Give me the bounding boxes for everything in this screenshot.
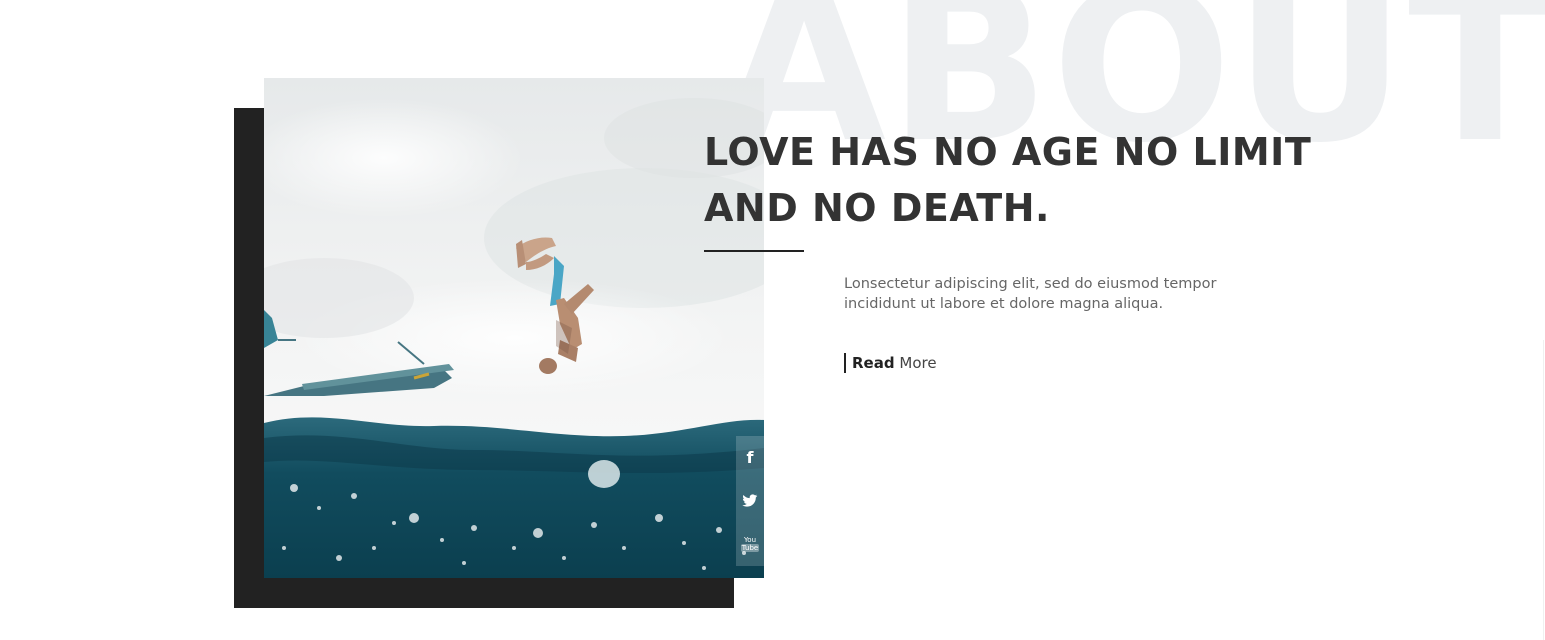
description-line-2: incididunt ut labore et dolore magna ali…: [844, 296, 1164, 312]
about-section: ABOUT f You Tube LOVE HAS NO AGE NO LIMI…: [0, 0, 1545, 640]
description-line-1: Lonsectetur adipiscing elit, sed do eius…: [844, 276, 1217, 292]
read-more-light: More: [899, 354, 937, 372]
about-heading: LOVE HAS NO AGE NO LIMIT AND NO DEATH.: [704, 124, 1324, 236]
facebook-icon[interactable]: f: [736, 436, 764, 479]
heading-line-1: LOVE HAS NO AGE NO LIMIT: [704, 130, 1312, 174]
about-description: Lonsectetur adipiscing elit, sed do eius…: [844, 274, 1264, 314]
social-sidebar: f You Tube: [736, 436, 764, 566]
read-more-link[interactable]: Read More: [844, 353, 937, 373]
heading-divider: [704, 250, 804, 252]
twitter-icon[interactable]: [736, 479, 764, 522]
youtube-icon[interactable]: You Tube: [736, 523, 764, 566]
page-edge-line: [1543, 340, 1544, 640]
cliff-diver-photo: [264, 78, 764, 578]
heading-line-2: AND NO DEATH.: [704, 186, 1050, 230]
read-more-bold: Read: [852, 354, 895, 372]
